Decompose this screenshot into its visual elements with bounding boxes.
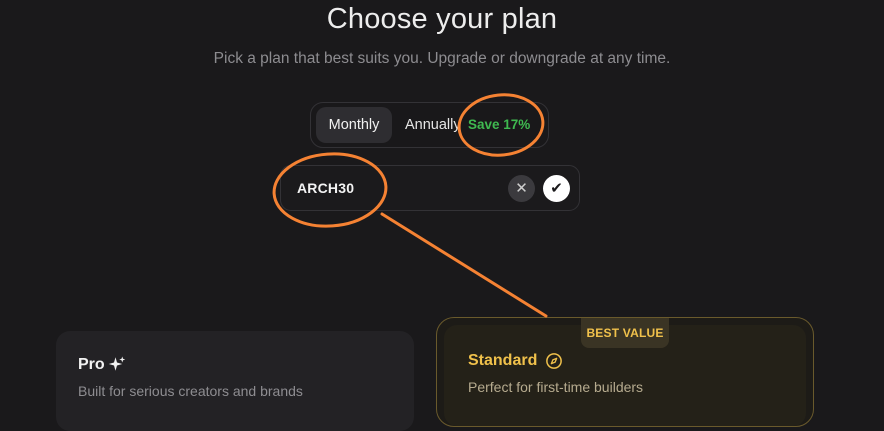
page-subtitle: Pick a plan that best suits you. Upgrade… [213,50,671,67]
clear-coupon-button[interactable]: ✕ [508,175,535,202]
apply-coupon-button[interactable]: ✔ [543,175,570,202]
billing-period-toggle: Monthly Annually Save 17% [310,102,549,148]
coupon-code-value[interactable]: ARCH30 [297,166,354,210]
best-value-badge: BEST VALUE [581,318,669,348]
plan-name: Standard [468,352,538,369]
billing-annually-option[interactable]: Annually [405,107,461,143]
billing-monthly-option[interactable]: Monthly [316,107,392,143]
page-title: Choose your plan [326,3,558,35]
save-percent-badge: Save 17% [468,117,531,132]
plan-name: Pro [78,356,105,373]
sparkle-icon [108,356,126,371]
annotation-arrow-line [380,212,548,318]
coupon-field[interactable]: ARCH30 ✕ ✔ [280,165,580,211]
plan-card-pro[interactable]: Pro Built for serious creators and brand… [56,331,414,431]
compass-icon [546,353,562,369]
plan-description: Built for serious creators and brands [78,383,303,399]
check-icon: ✔ [550,180,563,197]
plan-description: Perfect for first-time builders [468,379,644,395]
close-icon: ✕ [515,180,528,197]
